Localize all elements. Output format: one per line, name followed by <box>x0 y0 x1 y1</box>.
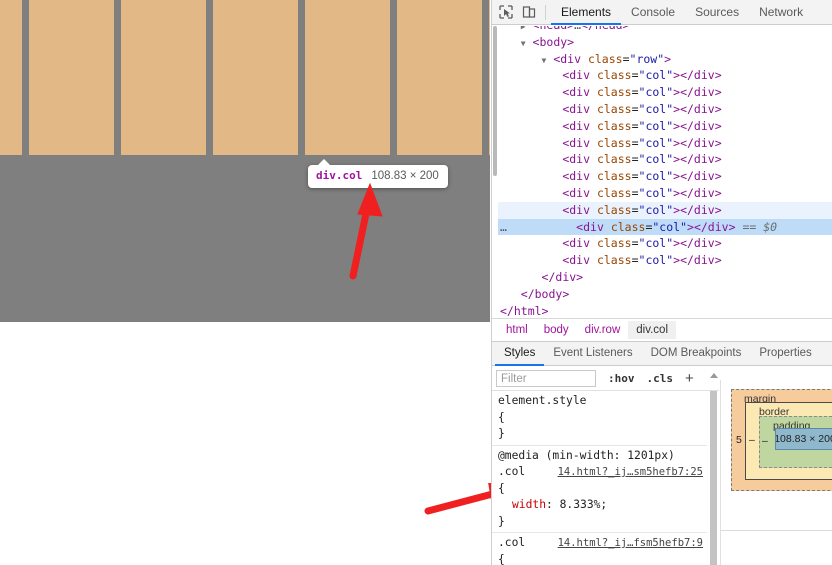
col-element[interactable] <box>213 0 298 155</box>
inspector-size-tooltip: div.col 108.83 × 200 <box>308 159 448 188</box>
tab-network[interactable]: Network <box>749 0 813 25</box>
col-element[interactable] <box>489 0 490 155</box>
box-model-padding-left-value[interactable]: – <box>762 435 768 447</box>
tab-console[interactable]: Console <box>621 0 685 25</box>
rule-selector[interactable]: element.style <box>498 393 707 410</box>
rule-open-brace: { <box>498 410 505 424</box>
dom-node[interactable]: <div class="col"></div> <box>492 185 832 202</box>
dom-tree[interactable]: ▶ <head>…</head> ▼ <body> ▼ <div class="… <box>492 26 832 318</box>
styles-filter-row: Filter :hov .cls + <box>492 367 719 391</box>
dom-node[interactable]: <div class="col"></div> <box>492 135 832 152</box>
styles-filter-input[interactable]: Filter <box>496 370 596 387</box>
inspect-element-icon[interactable] <box>494 1 517 23</box>
hov-toggle[interactable]: :hov <box>608 372 635 385</box>
breadcrumb-item-body[interactable]: body <box>536 321 577 339</box>
col-element[interactable] <box>121 0 206 155</box>
dom-node[interactable]: <div class="col"></div> <box>492 84 832 101</box>
tab-dom-breakpoints[interactable]: DOM Breakpoints <box>642 341 751 366</box>
breadcrumb-item-html[interactable]: html <box>498 321 536 339</box>
styles-rules-list[interactable]: element.style{} @media (min-width: 1201px… <box>492 391 707 565</box>
style-rule[interactable]: .col14.html?_ij…fsm5hefb7:9{height: 200p… <box>492 533 707 565</box>
page-blank-area <box>0 322 490 565</box>
breadcrumb-item-div-col[interactable]: div.col <box>628 320 676 339</box>
toolbar-divider <box>545 4 546 20</box>
dom-tree-scrollbar[interactable] <box>492 26 498 318</box>
dom-node[interactable]: <div class="col"></div> <box>492 168 832 185</box>
styles-scrollbar[interactable] <box>708 373 719 565</box>
dom-node[interactable]: </html> <box>492 303 832 318</box>
col-element[interactable] <box>397 0 482 155</box>
rule-selector[interactable]: .col 14.html?_ij…sm5hefb7:25 <box>498 464 707 481</box>
style-declaration[interactable]: width: 8.333%; <box>498 497 707 514</box>
style-rule[interactable]: element.style{} <box>492 391 707 446</box>
rule-source-link[interactable]: 14.html?_ij…sm5hefb7:25 <box>558 464 703 481</box>
dom-node[interactable]: <div class="col"></div> <box>492 67 832 84</box>
box-model-diagram: margin 5 border – padding – 108.83 × 200 <box>720 380 832 530</box>
breadcrumb: html body div.row div.col <box>492 318 832 340</box>
page-viewport <box>0 0 490 322</box>
dom-node[interactable]: <div class="col"></div> <box>492 118 832 135</box>
style-rule[interactable]: @media (min-width: 1201px) .col 14.html?_i… <box>492 446 707 533</box>
new-style-rule-button[interactable]: + <box>685 371 694 386</box>
box-model-border-left-value[interactable]: – <box>749 434 755 446</box>
tab-styles[interactable]: Styles <box>495 341 544 366</box>
device-toolbar-icon[interactable] <box>517 1 540 23</box>
dom-node[interactable]: ▼ <body> <box>492 34 832 51</box>
styles-sidebar-tabs: Styles Event Listeners DOM Breakpoints P… <box>492 341 832 366</box>
box-model-content-size[interactable]: 108.83 × 200 <box>775 428 832 450</box>
dom-node[interactable]: <div class="col"></div> <box>492 235 832 252</box>
dom-node[interactable]: <div class="col"></div> <box>492 101 832 118</box>
dom-node[interactable]: <div class="col"></div> <box>492 151 832 168</box>
tooltip-selector: div.col <box>316 169 363 182</box>
box-model-margin-left-value[interactable]: 5 <box>736 434 742 446</box>
computed-properties-area <box>720 530 832 565</box>
dom-node[interactable]: … <div class="col"></div> == $0 <box>492 218 832 236</box>
col-element[interactable] <box>29 0 114 155</box>
rule-open-brace: { <box>498 552 505 565</box>
rule-selector[interactable]: .col 14.html?_ij…fsm5hefb7:9 <box>498 535 707 552</box>
dom-node[interactable]: <div class="col"></div> <box>492 252 832 269</box>
dom-node[interactable]: </div> <box>492 269 832 286</box>
rule-source-link[interactable]: 14.html?_ij…fsm5hefb7:9 <box>558 535 703 552</box>
breadcrumb-item-div-row[interactable]: div.row <box>577 321 629 339</box>
tooltip-dimensions: 108.83 × 200 <box>371 170 439 182</box>
dom-node[interactable]: <div class="col"></div> <box>492 201 832 219</box>
scroll-up-arrow-icon[interactable] <box>710 373 718 378</box>
col-element[interactable] <box>305 0 390 155</box>
screenshot-root: div.col 108.83 × 200 Elements Console So… <box>0 0 832 565</box>
cls-toggle[interactable]: .cls <box>647 372 674 385</box>
tab-properties[interactable]: Properties <box>750 341 820 366</box>
rule-close-brace: } <box>498 427 505 440</box>
row-element <box>0 0 490 155</box>
devtools-panel: Elements Console Sources Network ▶ <head… <box>491 0 832 565</box>
rule-close-brace: } <box>498 514 505 528</box>
tab-elements[interactable]: Elements <box>551 0 621 25</box>
dom-node[interactable]: ▶ <head>…</head> <box>492 26 832 34</box>
media-query: @media (min-width: 1201px) <box>498 448 675 462</box>
devtools-toolbar: Elements Console Sources Network <box>492 0 832 25</box>
dom-node[interactable]: ▼ <div class="row"> <box>492 51 832 68</box>
tab-sources[interactable]: Sources <box>685 0 749 25</box>
rule-open-brace: { <box>498 481 505 495</box>
dom-node[interactable]: </body> <box>492 286 832 303</box>
tab-event-listeners[interactable]: Event Listeners <box>544 341 641 366</box>
col-element[interactable] <box>0 0 22 155</box>
